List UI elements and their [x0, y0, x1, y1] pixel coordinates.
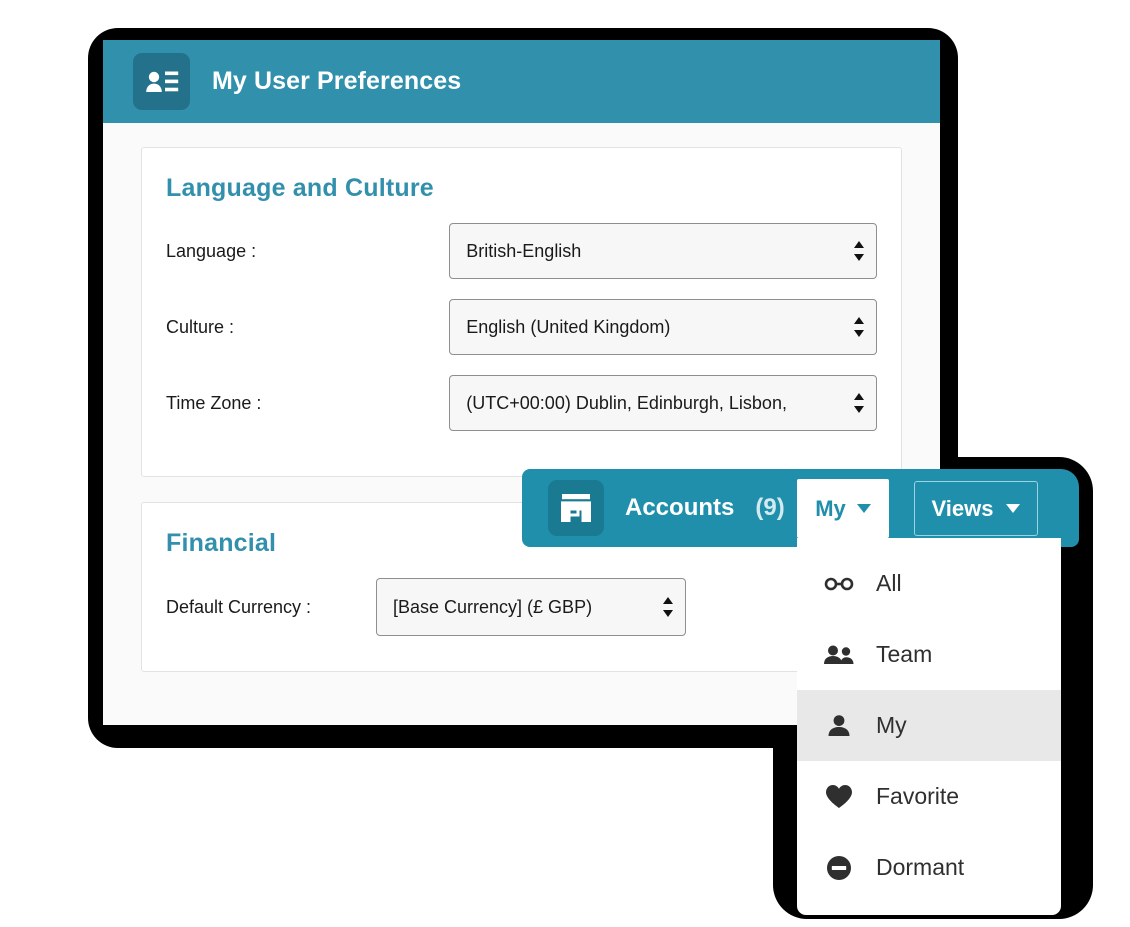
- people-icon: [822, 640, 856, 670]
- minus-circle-icon: [822, 853, 856, 883]
- menu-item-dormant[interactable]: Dormant: [797, 832, 1061, 903]
- page-title: My User Preferences: [212, 67, 462, 95]
- accounts-panel: Accounts (9) My Views All Team My Favori…: [522, 469, 1079, 915]
- stepper-icon: [854, 317, 864, 337]
- menu-item-team[interactable]: Team: [797, 619, 1061, 690]
- section-title-language: Language and Culture: [166, 174, 434, 202]
- panel-language-and-culture: Language and Culture Language : British-…: [141, 147, 902, 477]
- stepper-icon: [663, 597, 673, 617]
- menu-item-label: Dormant: [876, 854, 965, 880]
- label-language: Language :: [166, 240, 257, 261]
- views-dropdown-menu: All Team My Favorite Dormant: [797, 538, 1061, 915]
- views-dropdown-button[interactable]: Views: [914, 481, 1038, 536]
- label-default-currency: Default Currency :: [166, 596, 312, 617]
- chevron-down-icon: [1006, 504, 1021, 513]
- menu-item-all[interactable]: All: [797, 548, 1061, 619]
- my-dropdown-label: My: [815, 495, 846, 521]
- select-language-value: British-English: [466, 240, 582, 261]
- accounts-toolbar: Accounts (9) My Views: [522, 469, 1079, 547]
- views-dropdown-label: Views: [931, 495, 994, 521]
- form-row-culture: Culture : English (United Kingdom): [166, 299, 877, 355]
- select-culture-value: English (United Kingdom): [466, 316, 671, 337]
- select-time-zone-value: (UTC+00:00) Dublin, Edinburgh, Lisbon,: [466, 392, 787, 413]
- stepper-icon: [854, 241, 864, 261]
- user-card-icon: [133, 53, 190, 110]
- heart-icon: [822, 782, 856, 812]
- select-default-currency-value: [Base Currency] (£ GBP): [393, 596, 593, 617]
- form-row-time-zone: Time Zone : (UTC+00:00) Dublin, Edinburg…: [166, 375, 877, 431]
- menu-item-label: All: [876, 570, 902, 596]
- menu-item-label: My: [876, 712, 907, 738]
- select-language[interactable]: British-English: [449, 223, 877, 279]
- select-default-currency[interactable]: [Base Currency] (£ GBP): [376, 578, 686, 636]
- preferences-header: My User Preferences: [103, 40, 940, 123]
- infinity-icon: [822, 569, 856, 599]
- menu-item-label: Team: [876, 641, 933, 667]
- label-time-zone: Time Zone :: [166, 392, 262, 413]
- select-time-zone[interactable]: (UTC+00:00) Dublin, Edinburgh, Lisbon,: [449, 375, 877, 431]
- accounts-count-badge: (9): [755, 494, 785, 521]
- menu-item-my[interactable]: My: [797, 690, 1061, 761]
- person-icon: [822, 711, 856, 741]
- my-dropdown-button[interactable]: My: [797, 479, 889, 538]
- label-culture: Culture :: [166, 316, 235, 337]
- select-culture[interactable]: English (United Kingdom): [449, 299, 877, 355]
- chevron-down-icon: [856, 504, 871, 513]
- stepper-icon: [854, 393, 864, 413]
- menu-item-favorite[interactable]: Favorite: [797, 761, 1061, 832]
- accounts-title: Accounts: [625, 494, 735, 521]
- shop-icon: [548, 480, 604, 536]
- form-row-language: Language : British-English: [166, 223, 877, 279]
- form-row-default-currency: Default Currency : [Base Currency] (£ GB…: [166, 578, 877, 636]
- menu-item-label: Favorite: [876, 783, 960, 809]
